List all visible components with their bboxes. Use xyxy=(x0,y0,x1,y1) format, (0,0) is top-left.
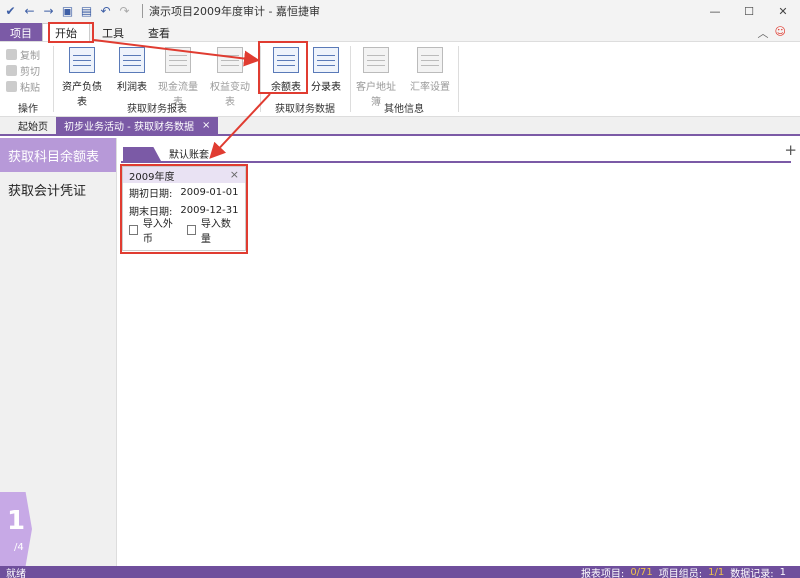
balance-sheet-icon xyxy=(69,47,95,73)
balance-sheet-button[interactable]: 资产负债表 xyxy=(58,47,106,108)
cash-flow-icon xyxy=(165,47,191,73)
team-members-label: 项目组员: xyxy=(658,568,703,578)
step-pager[interactable]: 1 /4 xyxy=(0,492,32,566)
paste-button[interactable]: 粘贴 xyxy=(6,78,50,94)
tab-tools[interactable]: 工具 xyxy=(90,23,136,42)
tab-get-financial-data[interactable]: 初步业务活动 - 获取财务数据 × xyxy=(56,117,219,134)
cash-flow-button[interactable]: 现金流量表 xyxy=(154,47,202,108)
maximize-button[interactable]: ☐ xyxy=(732,0,766,22)
status-bar: 就绪 报表项目: 0/71 项目组员: 1/1 数据记录: 1 xyxy=(0,566,800,578)
income-statement-icon xyxy=(119,47,145,73)
add-ledger-button[interactable]: + xyxy=(784,141,797,159)
pager-total: /4 xyxy=(14,542,24,553)
quick-access-toolbar: ✔ ← → ▣ ▤ ↶ ↷ xyxy=(0,0,136,22)
group-label-other-info: 其他信息 xyxy=(384,104,424,115)
tab-project[interactable]: 项目 xyxy=(0,23,42,42)
window-title: 演示项目2009年度审计 - 嘉恒捷审 xyxy=(149,5,320,18)
exchange-rate-icon xyxy=(417,47,443,73)
ribbon-tabs: 项目 开始 工具 查看 ︿ ☺ xyxy=(0,22,800,42)
title-separator xyxy=(142,4,143,18)
journal-table-icon xyxy=(313,47,339,73)
equity-change-button[interactable]: 权益变动表 xyxy=(206,47,254,108)
income-statement-button[interactable]: 利润表 xyxy=(108,47,156,93)
app-icon[interactable]: ✔ xyxy=(3,4,18,19)
annotation-box-balance-table xyxy=(258,41,308,94)
report-items-value: 0/71 xyxy=(630,566,653,578)
forward-icon[interactable]: → xyxy=(41,4,56,19)
group-label-reports: 获取财务报表 xyxy=(127,104,187,115)
annotation-box-year-card xyxy=(120,164,248,254)
data-records-value: 1 xyxy=(779,566,786,578)
nav-item-account-balance[interactable]: 获取科目余额表 xyxy=(0,138,116,172)
data-records-label: 数据记录: xyxy=(730,568,774,578)
client-address-icon xyxy=(363,47,389,73)
group-label-operations: 操作 xyxy=(18,104,38,115)
tab-close-icon[interactable]: × xyxy=(202,120,210,131)
paste-icon xyxy=(6,80,17,92)
client-address-button[interactable]: 客户地址簿 xyxy=(352,47,400,108)
journal-table-button[interactable]: 分录表 xyxy=(302,47,350,93)
nav-item-vouchers[interactable]: 获取会计凭证 xyxy=(0,172,116,206)
ribbon-divider xyxy=(350,46,351,112)
copy-button[interactable]: 复制 xyxy=(6,46,50,62)
save-icon[interactable]: ▣ xyxy=(60,4,75,19)
pager-current: 1 xyxy=(7,506,26,536)
feedback-icon[interactable]: ☺ xyxy=(775,25,786,41)
document-tabs: 起始页 初步业务活动 - 获取财务数据 × xyxy=(0,117,800,136)
left-nav: 获取科目余额表 获取会计凭证 1 /4 xyxy=(0,138,117,566)
title-bar: ✔ ← → ▣ ▤ ↶ ↷ 演示项目2009年度审计 - 嘉恒捷审 — ☐ ✕ xyxy=(0,0,800,22)
save-as-icon[interactable]: ▤ xyxy=(79,4,94,19)
ledger-label[interactable]: 默认账套 xyxy=(169,146,209,161)
group-operations: 复制 剪切 粘贴 操作 xyxy=(6,42,50,118)
ribbon: 复制 剪切 粘贴 操作 资产负债表 利润表 现金流量表 权益变动表 获取财务报表… xyxy=(0,41,800,117)
redo-icon[interactable]: ↷ xyxy=(117,4,132,19)
group-other-info: 客户地址簿 汇率设置 其他信息 xyxy=(352,42,456,118)
status-ready: 就绪 xyxy=(6,568,26,578)
tab-home[interactable]: 起始页 xyxy=(0,117,56,134)
exchange-rate-button[interactable]: 汇率设置 xyxy=(406,47,454,93)
equity-change-icon xyxy=(217,47,243,73)
undo-icon[interactable]: ↶ xyxy=(98,4,113,19)
window-controls: — ☐ ✕ xyxy=(698,0,800,22)
report-items-label: 报表项目: xyxy=(580,568,625,578)
back-icon[interactable]: ← xyxy=(22,4,37,19)
minimize-button[interactable]: — xyxy=(698,0,732,22)
ribbon-divider xyxy=(53,46,54,112)
tab-label: 初步业务活动 - 获取财务数据 xyxy=(64,122,194,133)
ledger-tab-marker[interactable] xyxy=(123,147,161,161)
cut-icon xyxy=(6,64,17,76)
team-members-value: 1/1 xyxy=(708,566,725,578)
status-metrics: 报表项目: 0/71 项目组员: 1/1 数据记录: 1 xyxy=(581,566,786,578)
tab-view[interactable]: 查看 xyxy=(136,23,182,42)
ledger-bar: 默认账套 + xyxy=(121,141,797,163)
copy-icon xyxy=(6,48,17,60)
ribbon-divider xyxy=(458,46,459,112)
collapse-ribbon-icon[interactable]: ︿ xyxy=(758,25,769,41)
ribbon-right-icons: ︿ ☺ xyxy=(758,25,786,41)
group-reports: 资产负债表 利润表 现金流量表 权益变动表 获取财务报表 xyxy=(56,42,258,118)
cut-button[interactable]: 剪切 xyxy=(6,62,50,78)
close-button[interactable]: ✕ xyxy=(766,0,800,22)
group-label-financial-data: 获取财务数据 xyxy=(275,104,335,115)
annotation-box-start-tab xyxy=(48,22,94,43)
